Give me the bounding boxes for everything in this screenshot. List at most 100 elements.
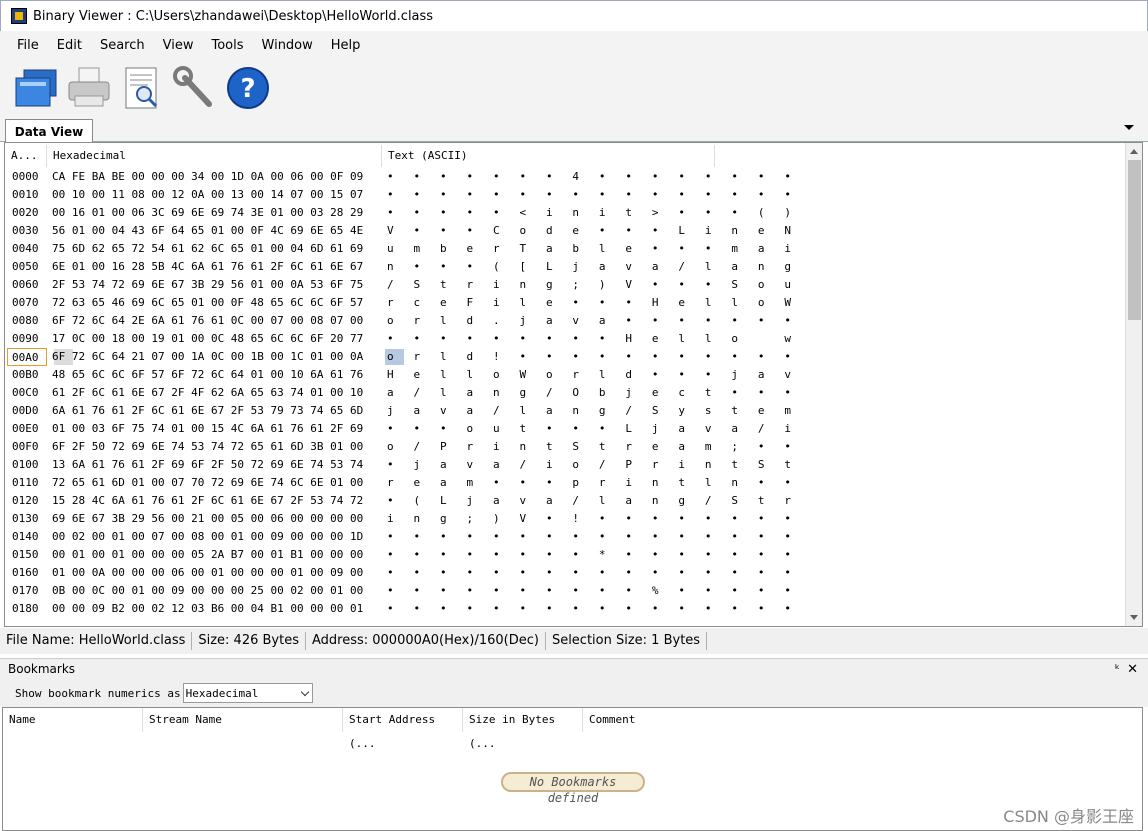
table-row[interactable]: 00D0 6A 61 76 61 2F 6C 61 6E 67 2F 53 79 …	[5, 402, 1125, 420]
row-address[interactable]: 0100	[12, 456, 52, 474]
menu-edit[interactable]: Edit	[48, 31, 91, 60]
row-address[interactable]: 0060	[12, 276, 52, 294]
row-address[interactable]: 0010	[12, 186, 52, 204]
row-ascii[interactable]: o / P r i n t S t r e a m ; • •	[387, 438, 791, 456]
table-row[interactable]: 0130 69 6E 67 3B 29 56 00 21 00 05 00 06 …	[5, 510, 1125, 528]
table-row[interactable]: 0170 0B 00 0C 00 01 00 09 00 00 00 25 00 …	[5, 582, 1125, 600]
row-ascii[interactable]: • • • • • • • • • • • • • • • •	[387, 528, 791, 546]
row-address[interactable]: 0140	[12, 528, 52, 546]
col-name[interactable]: Name	[3, 708, 143, 732]
row-hex[interactable]: 56 01 00 04 43 6F 64 65 01 00 0F 4C 69 6…	[52, 222, 387, 240]
menu-search[interactable]: Search	[91, 31, 154, 60]
row-address[interactable]: 00A0	[7, 348, 47, 366]
table-row[interactable]: 0100 13 6A 61 76 61 2F 69 6F 2F 50 72 69 …	[5, 456, 1125, 474]
row-hex[interactable]: 15 28 4C 6A 61 76 61 2F 6C 61 6E 67 2F 5…	[52, 492, 387, 510]
row-ascii[interactable]: r e a m • • • p r i n t l n • •	[387, 474, 791, 492]
row-address[interactable]: 0070	[12, 294, 52, 312]
data-rows[interactable]: 0000 CA FE BA BE 00 00 00 34 00 1D 0A 00 …	[5, 168, 1125, 618]
row-hex[interactable]: 01 00 03 6F 75 74 01 00 15 4C 6A 61 76 6…	[52, 420, 387, 438]
table-row[interactable]: 0030 56 01 00 04 43 6F 64 65 01 00 0F 4C …	[5, 222, 1125, 240]
row-hex[interactable]: 72 63 65 46 69 6C 65 01 00 0F 48 65 6C 6…	[52, 294, 387, 312]
row-hex[interactable]: 0B 00 0C 00 01 00 09 00 00 00 25 00 02 0…	[52, 582, 387, 600]
table-row[interactable]: 0060 2F 53 74 72 69 6E 67 3B 29 56 01 00 …	[5, 276, 1125, 294]
table-row[interactable]: 0090 17 0C 00 18 00 19 01 00 0C 48 65 6C …	[5, 330, 1125, 348]
row-address[interactable]: 0090	[12, 330, 52, 348]
row-ascii[interactable]: • • • o u t • • • L j a v a / i	[387, 420, 791, 438]
row-address[interactable]: 00E0	[12, 420, 52, 438]
bookmarks-table[interactable]: Name Stream Name Start Address (... Size…	[2, 707, 1143, 831]
scroll-up-icon[interactable]	[1130, 149, 1138, 154]
col-stream-name[interactable]: Stream Name	[143, 708, 343, 732]
row-hex[interactable]: 75 6D 62 65 72 54 61 62 6C 65 01 00 04 6…	[52, 240, 387, 258]
row-ascii[interactable]: • j a v a / i o / P r i n t S t	[387, 456, 791, 474]
col-size-bytes[interactable]: Size in Bytes (...	[463, 708, 583, 750]
row-hex[interactable]: 48 65 6C 6C 6F 57 6F 72 6C 64 01 00 10 6…	[52, 366, 387, 384]
tab-dropdown-icon[interactable]	[1124, 125, 1134, 130]
row-hex[interactable]: 72 65 61 6D 01 00 07 70 72 69 6E 74 6C 6…	[52, 474, 387, 492]
table-row[interactable]: 00E0 01 00 03 6F 75 74 01 00 15 4C 6A 61 …	[5, 420, 1125, 438]
row-address[interactable]: 0110	[12, 474, 52, 492]
row-ascii[interactable]: • • • • • • • • • H e l l o w	[387, 330, 791, 348]
close-icon[interactable]: ✕	[1127, 659, 1138, 680]
row-ascii[interactable]: o r l d . j a v a • • • • • • •	[387, 312, 791, 330]
table-row[interactable]: 00A0 6F 72 6C 64 21 07 00 1A 0C 00 1B 00 …	[5, 348, 1125, 366]
table-row[interactable]: 0080 6F 72 6C 64 2E 6A 61 76 61 0C 00 07 …	[5, 312, 1125, 330]
menu-window[interactable]: Window	[253, 31, 322, 60]
table-row[interactable]: 00F0 6F 2F 50 72 69 6E 74 53 74 72 65 61 …	[5, 438, 1125, 456]
row-address[interactable]: 0120	[12, 492, 52, 510]
row-ascii[interactable]: / S t r i n g ; ) V • • • S o u	[387, 276, 791, 294]
scroll-thumb[interactable]	[1128, 160, 1141, 320]
row-address[interactable]: 0030	[12, 222, 52, 240]
row-address[interactable]: 0050	[12, 258, 52, 276]
table-row[interactable]: 0040 75 6D 62 65 72 54 61 62 6C 65 01 00 …	[5, 240, 1125, 258]
menu-file[interactable]: File	[8, 31, 48, 60]
row-address[interactable]: 0160	[12, 564, 52, 582]
row-ascii[interactable]: i n g ; ) V • ! • • • • • • • •	[387, 510, 791, 528]
data-view-panel[interactable]: A... Hexadecimal Text (ASCII) 0000 CA FE …	[4, 142, 1143, 627]
print-preview-icon[interactable]	[116, 64, 168, 112]
row-ascii[interactable]: • • • • • • • • • • • • • • • •	[387, 600, 791, 618]
menu-tools[interactable]: Tools	[202, 31, 252, 60]
col-address[interactable]: A...	[5, 145, 47, 167]
row-hex[interactable]: 17 0C 00 18 00 19 01 00 0C 48 65 6C 6C 6…	[52, 330, 387, 348]
row-ascii[interactable]: o r l d ! • • • • • • • • • • •	[387, 348, 791, 366]
row-hex[interactable]: 01 00 0A 00 00 00 06 00 01 00 00 00 01 0…	[52, 564, 387, 582]
scroll-down-icon[interactable]	[1130, 615, 1138, 620]
row-ascii[interactable]: r c e F i l e • • • H e l l o W	[387, 294, 791, 312]
row-address[interactable]: 0020	[12, 204, 52, 222]
row-ascii[interactable]: H e l l o W o r l d • • • j a v	[387, 366, 791, 384]
row-ascii[interactable]: • ( L j a v a / l a n g / S t r	[387, 492, 791, 510]
table-row[interactable]: 0160 01 00 0A 00 00 00 06 00 01 00 00 00 …	[5, 564, 1125, 582]
row-address[interactable]: 00B0	[12, 366, 52, 384]
row-hex[interactable]: 00 01 00 01 00 00 00 05 2A B7 00 01 B1 0…	[52, 546, 387, 564]
row-ascii[interactable]: • • • • • < i n i t > • • • ( )	[387, 204, 791, 222]
row-hex[interactable]: 6F 72 6C 64 21 07 00 1A 0C 00 1B 00 1C 0…	[52, 348, 387, 366]
row-hex[interactable]: 00 16 01 00 06 3C 69 6E 69 74 3E 01 00 0…	[52, 204, 387, 222]
row-address[interactable]: 0000	[12, 168, 52, 186]
row-hex[interactable]: 00 02 00 01 00 07 00 08 00 01 00 09 00 0…	[52, 528, 387, 546]
row-hex[interactable]: 00 00 09 B2 00 02 12 03 B6 00 04 B1 00 0…	[52, 600, 387, 618]
tools-wrench-icon[interactable]	[169, 64, 221, 112]
row-hex[interactable]: 61 2F 6C 61 6E 67 2F 4F 62 6A 65 63 74 0…	[52, 384, 387, 402]
row-hex[interactable]: 6E 01 00 16 28 5B 4C 6A 61 76 61 2F 6C 6…	[52, 258, 387, 276]
col-hexadecimal[interactable]: Hexadecimal	[47, 145, 382, 167]
table-row[interactable]: 0110 72 65 61 6D 01 00 07 70 72 69 6E 74 …	[5, 474, 1125, 492]
row-hex[interactable]: CA FE BA BE 00 00 00 34 00 1D 0A 00 06 0…	[52, 168, 387, 186]
row-ascii[interactable]: a / l a n g / O b j e c t • • •	[387, 384, 791, 402]
row-ascii[interactable]: n • • • ( [ L j a v a / l a n g	[387, 258, 791, 276]
row-address[interactable]: 0040	[12, 240, 52, 258]
row-hex[interactable]: 69 6E 67 3B 29 56 00 21 00 05 00 06 00 0…	[52, 510, 387, 528]
table-row[interactable]: 0020 00 16 01 00 06 3C 69 6E 69 74 3E 01 …	[5, 204, 1125, 222]
row-ascii[interactable]: u m b e r T a b l e • • • m a i	[387, 240, 791, 258]
table-row[interactable]: 0000 CA FE BA BE 00 00 00 34 00 1D 0A 00 …	[5, 168, 1125, 186]
row-ascii[interactable]: • • • • • • • • • • • • • • • •	[387, 186, 791, 204]
table-row[interactable]: 0050 6E 01 00 16 28 5B 4C 6A 61 76 61 2F …	[5, 258, 1125, 276]
table-row[interactable]: 0180 00 00 09 B2 00 02 12 03 B6 00 04 B1 …	[5, 600, 1125, 618]
row-address[interactable]: 00F0	[12, 438, 52, 456]
table-row[interactable]: 00B0 48 65 6C 6C 6F 57 6F 72 6C 64 01 00 …	[5, 366, 1125, 384]
row-hex[interactable]: 6F 2F 50 72 69 6E 74 53 74 72 65 61 6D 3…	[52, 438, 387, 456]
row-hex[interactable]: 00 10 00 11 08 00 12 0A 00 13 00 14 07 0…	[52, 186, 387, 204]
table-row[interactable]: 0120 15 28 4C 6A 61 76 61 2F 6C 61 6E 67 …	[5, 492, 1125, 510]
row-hex[interactable]: 6F 72 6C 64 2E 6A 61 76 61 0C 00 07 00 0…	[52, 312, 387, 330]
row-address[interactable]: 0170	[12, 582, 52, 600]
